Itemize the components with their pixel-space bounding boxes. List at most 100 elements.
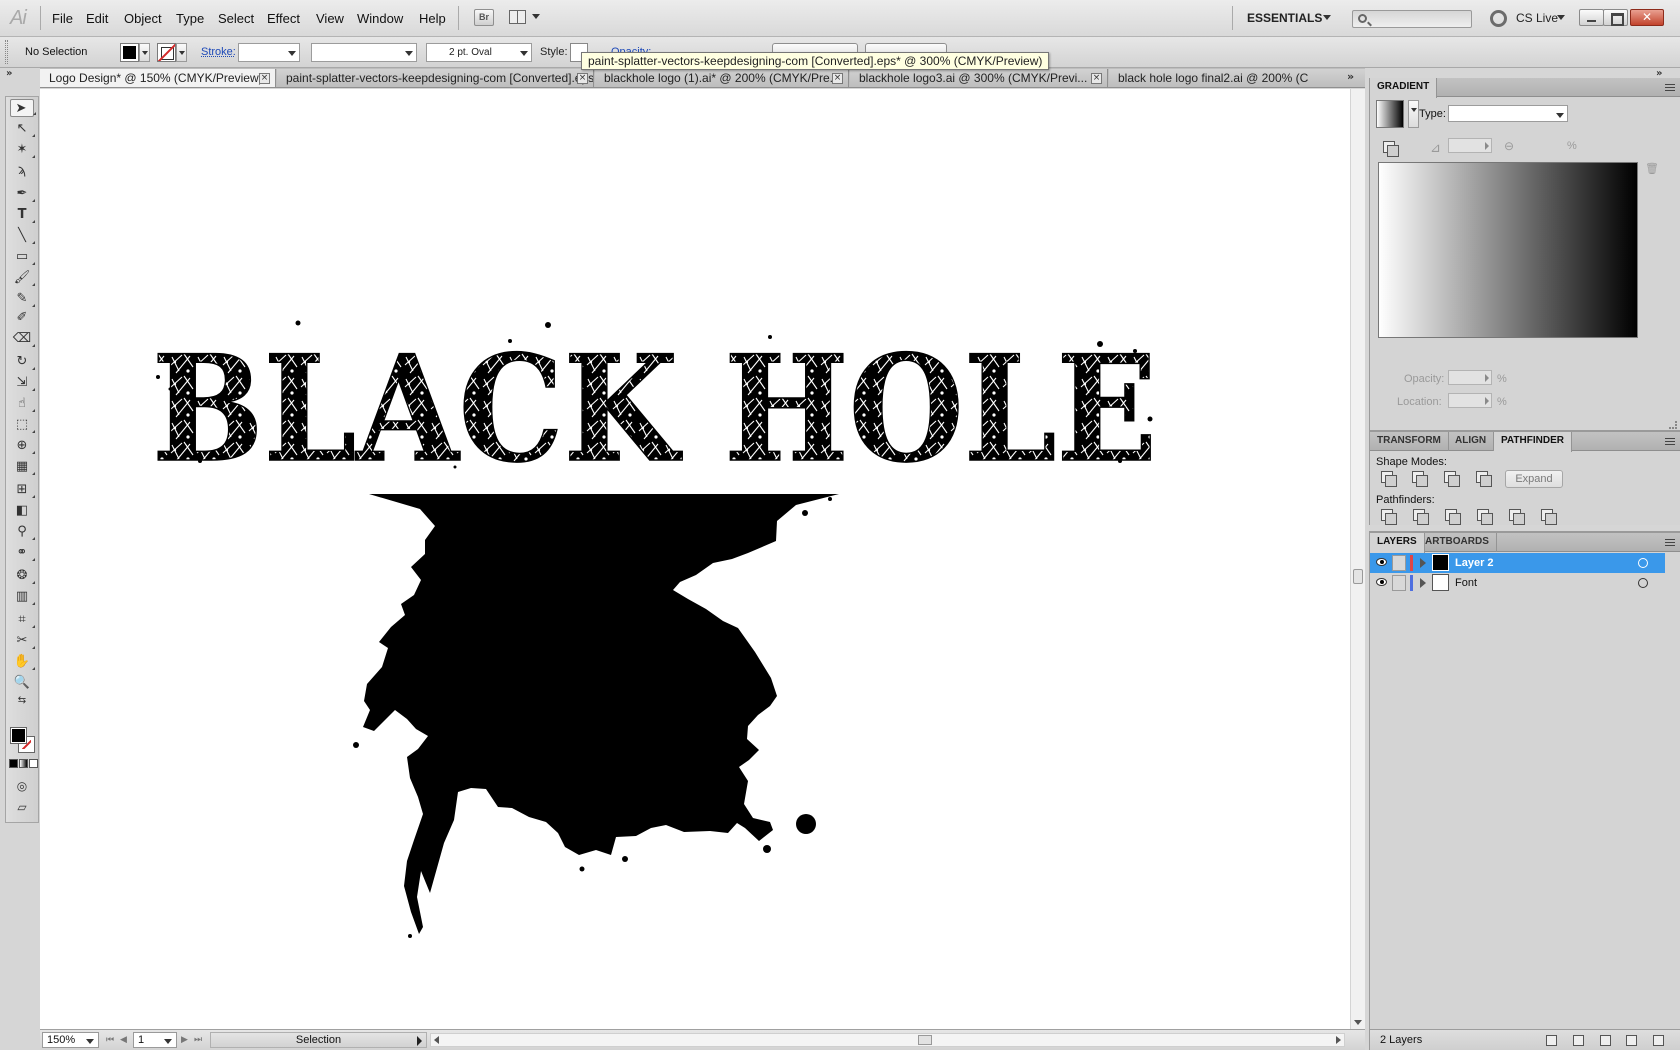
tab-gradient[interactable]: GRADIENT [1370, 78, 1437, 98]
document-tab[interactable]: paint-splatter-vectors-keepdesigning-com… [277, 69, 594, 88]
menu-view[interactable]: View [316, 11, 344, 26]
gradient-thumbnail-dropdown[interactable] [1408, 100, 1419, 128]
panel-menu-icon[interactable] [1665, 438, 1675, 445]
unite-icon[interactable] [1380, 470, 1396, 486]
zoom-level-field[interactable]: 150% [42, 1032, 99, 1048]
fill-color-swatch[interactable] [120, 43, 139, 62]
zoom-tool[interactable]: 🔍 [12, 674, 32, 692]
crop-icon[interactable] [1476, 508, 1492, 524]
cs-live-icon[interactable] [1490, 10, 1507, 27]
close-tab-icon[interactable]: × [1091, 73, 1102, 84]
gradient-slider-preview[interactable] [1378, 162, 1638, 338]
paintbrush-tool[interactable]: 🖌 [12, 269, 32, 287]
panel-resize-grip[interactable] [1669, 421, 1677, 429]
menu-object[interactable]: Object [124, 11, 162, 26]
bridge-button[interactable]: Br [474, 9, 494, 26]
menu-window[interactable]: Window [357, 11, 403, 26]
minimize-button[interactable] [1579, 9, 1604, 26]
merge-icon[interactable] [1444, 508, 1460, 524]
line-tool[interactable]: ╲ [12, 227, 32, 245]
document-tab[interactable]: black hole logo final2.ai @ 200% (C [1109, 69, 1365, 88]
arrange-documents-button[interactable] [509, 9, 541, 26]
angle-field[interactable] [1448, 138, 1492, 153]
gradient-thumbnail[interactable] [1376, 100, 1404, 128]
brush-definition[interactable]: 2 pt. Oval [426, 43, 532, 62]
cs-live-menu[interactable]: CS Live [1516, 11, 1558, 25]
slice-tool[interactable]: ✂ [12, 632, 32, 650]
mesh-tool[interactable]: ⊞ [12, 481, 32, 499]
document-tab[interactable]: Logo Design* @ 150% (CMYK/Preview) × [40, 69, 276, 88]
default-colors-toggle[interactable]: ⇆ [12, 695, 32, 707]
fill-swatch-large[interactable] [11, 728, 26, 743]
draw-mode-icon[interactable]: ◎ [12, 779, 32, 795]
expand-triangle-icon[interactable] [1420, 558, 1426, 568]
stroke-weight-field[interactable] [238, 43, 300, 62]
perspective-grid-tool[interactable]: ▦ [12, 458, 32, 476]
lock-toggle[interactable] [1392, 555, 1406, 571]
menu-select[interactable]: Select [218, 11, 254, 26]
stroke-color-swatch[interactable] [157, 43, 176, 62]
next-artboard-icon[interactable]: ▶ [181, 1035, 188, 1045]
direct-selection-tool[interactable]: ↖ [12, 120, 32, 138]
exclude-icon[interactable] [1475, 470, 1491, 486]
close-tab-icon[interactable]: × [832, 73, 843, 84]
tab-pathfinder[interactable]: PATHFINDER [1494, 432, 1572, 452]
last-artboard-icon[interactable]: ⏭ [194, 1035, 202, 1045]
current-tool-status[interactable]: Selection [210, 1032, 427, 1048]
tab-overflow-icon[interactable]: » [1347, 70, 1354, 83]
panel-grip[interactable] [5, 40, 8, 64]
chevron-down-icon[interactable] [1557, 15, 1565, 20]
menu-file[interactable]: File [52, 11, 73, 26]
document-tab[interactable]: blackhole logo (1).ai* @ 200% (CMYK/Pre.… [595, 69, 849, 88]
gradient-tool[interactable]: ◧ [12, 502, 32, 520]
shape-builder-tool[interactable]: ⊕ [12, 437, 32, 455]
artboard-canvas[interactable]: BLACK HOLE [40, 89, 1363, 1029]
close-button[interactable] [1630, 9, 1664, 26]
variable-width-profile[interactable] [311, 43, 417, 62]
selection-tool[interactable]: ➤ [10, 99, 34, 117]
warp-tool[interactable]: ☝ [12, 395, 32, 413]
clipping-mask-icon[interactable] [1573, 1035, 1584, 1046]
tab-layers[interactable]: LAYERS [1370, 533, 1425, 553]
symbol-sprayer-tool[interactable]: ❂ [12, 567, 32, 585]
lasso-tool[interactable]: ϡ [12, 162, 32, 180]
chevron-down-icon[interactable] [1323, 15, 1331, 20]
delete-stop-icon[interactable]: 🗑 [1645, 162, 1659, 175]
blend-tool[interactable]: ⚭ [12, 544, 32, 562]
previous-artboard-icon[interactable]: ◀ [120, 1035, 127, 1045]
pencil-tool[interactable]: ✎ [12, 290, 32, 308]
first-artboard-icon[interactable]: ⏮ [106, 1035, 114, 1045]
tab-transform[interactable]: TRANSFORM [1370, 432, 1449, 451]
menu-effect[interactable]: Effect [267, 11, 300, 26]
layer-name[interactable]: Layer 2 [1455, 557, 1494, 569]
screen-mode-icon[interactable]: ▱ [12, 800, 32, 816]
tab-align[interactable]: ALIGN [1448, 432, 1494, 451]
scale-tool[interactable]: ⇲ [12, 374, 32, 392]
layer-name[interactable]: Font [1455, 577, 1477, 589]
close-tab-icon[interactable]: × [577, 73, 588, 84]
maximize-button[interactable] [1603, 9, 1628, 26]
layer-row-layer-2[interactable]: Layer 2 [1370, 553, 1665, 573]
scroll-right-icon[interactable] [1336, 1036, 1341, 1044]
document-tab[interactable]: blackhole logo3.ai @ 300% (CMYK/Previ...… [850, 69, 1108, 88]
menu-type[interactable]: Type [176, 11, 204, 26]
stroke-panel-link[interactable]: Stroke: [201, 46, 236, 58]
hand-tool[interactable]: ✋ [12, 653, 32, 671]
fill-dropdown[interactable] [139, 43, 150, 62]
target-icon[interactable] [1638, 558, 1648, 568]
vertical-scrollbar[interactable] [1350, 89, 1365, 1029]
minus-front-icon[interactable] [1411, 470, 1427, 486]
scroll-thumb[interactable] [1353, 569, 1363, 584]
scroll-down-icon[interactable] [1354, 1020, 1362, 1025]
close-tab-icon[interactable]: × [259, 73, 270, 84]
color-mode-icon[interactable] [9, 759, 18, 768]
target-icon[interactable] [1638, 578, 1648, 588]
gradient-type-select[interactable] [1448, 105, 1568, 122]
outline-icon[interactable] [1508, 508, 1524, 524]
eyedropper-tool[interactable]: ⚲ [12, 523, 32, 541]
gradient-mode-icon[interactable] [19, 759, 28, 768]
stroke-dropdown[interactable] [176, 43, 187, 62]
panel-menu-icon[interactable] [1665, 84, 1675, 91]
scroll-thumb[interactable] [918, 1035, 932, 1045]
scroll-left-icon[interactable] [434, 1036, 439, 1044]
